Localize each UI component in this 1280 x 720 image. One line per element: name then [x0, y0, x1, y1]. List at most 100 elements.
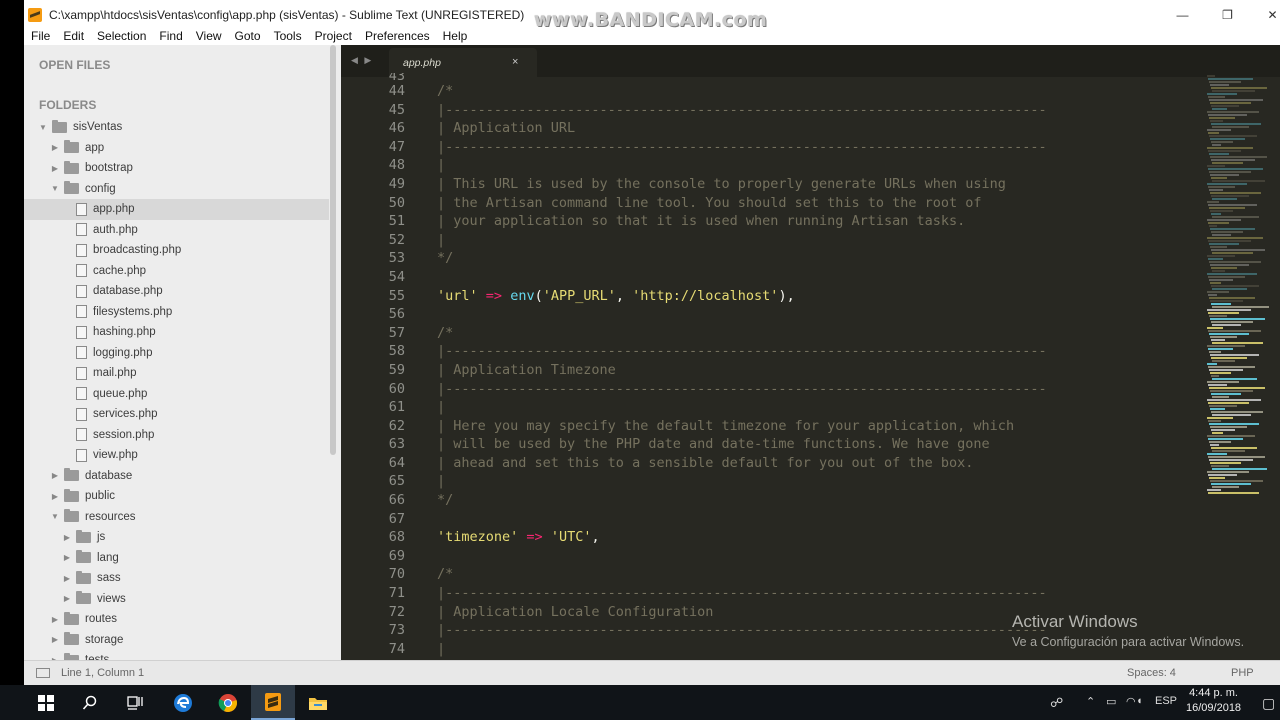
- search-icon[interactable]: [68, 685, 112, 720]
- disclosure-closed-icon[interactable]: ▶: [50, 615, 60, 624]
- disclosure-closed-icon[interactable]: ▶: [50, 143, 60, 152]
- volume-icon[interactable]: ◖: [1136, 695, 1143, 707]
- menu-view[interactable]: View: [189, 29, 228, 43]
- minimap-line: [1207, 417, 1233, 419]
- code-token: | Here you may specify the default timez…: [437, 417, 1015, 434]
- minimap[interactable]: [1207, 75, 1277, 495]
- system-clock[interactable]: 4:44 p. m. 16/09/2018: [1186, 686, 1241, 716]
- battery-icon[interactable]: ▭: [1106, 695, 1116, 708]
- file-icon: [76, 264, 87, 278]
- disclosure-closed-icon[interactable]: ▶: [62, 594, 72, 603]
- disclosure-closed-icon[interactable]: ▶: [50, 635, 60, 644]
- sidebar-file[interactable]: view.php: [24, 445, 329, 466]
- disclosure-open-icon[interactable]: ▼: [50, 184, 60, 193]
- sidebar-folder[interactable]: ▶ app: [24, 138, 329, 159]
- tree-item-label: storage: [85, 633, 124, 646]
- disclosure-closed-icon[interactable]: ▶: [50, 492, 60, 501]
- syntax-setting[interactable]: PHP: [1231, 667, 1254, 679]
- code-text: |: [437, 156, 445, 175]
- minimap-line: [1207, 165, 1225, 167]
- close-button[interactable]: ✕: [1250, 6, 1280, 24]
- sidebar-folder[interactable]: ▶ routes: [24, 609, 329, 630]
- code-token: |: [437, 231, 446, 248]
- tab-close-icon[interactable]: ×: [512, 56, 518, 68]
- sidebar-folder[interactable]: ▼ config: [24, 179, 329, 200]
- input-language[interactable]: ESP: [1155, 695, 1177, 707]
- menu-preferences[interactable]: Preferences: [358, 29, 436, 43]
- menu-edit[interactable]: Edit: [56, 29, 90, 43]
- sidebar-folder[interactable]: ▶ storage: [24, 630, 329, 651]
- sidebar-folder[interactable]: ▼ sisVentas: [24, 117, 329, 138]
- code-area[interactable]: 43 44 /* 45 |------------------------------…: [341, 73, 1201, 658]
- show-hidden-icons-icon[interactable]: ⌃: [1086, 695, 1095, 708]
- sidebar-file[interactable]: auth.php: [24, 220, 329, 241]
- sidebar-file[interactable]: cache.php: [24, 261, 329, 282]
- sidebar-folder[interactable]: ▶ js: [24, 527, 329, 548]
- sidebar-file[interactable]: broadcasting.php: [24, 240, 329, 261]
- menu-selection[interactable]: Selection: [90, 29, 152, 43]
- menu-tools[interactable]: Tools: [267, 29, 308, 43]
- sidebar-file[interactable]: session.php: [24, 425, 329, 446]
- disclosure-open-icon[interactable]: ▼: [50, 512, 60, 521]
- sidebar-file[interactable]: database.php: [24, 281, 329, 302]
- disclosure-closed-icon[interactable]: ▶: [62, 553, 72, 562]
- tree-item-label: queue.php: [93, 387, 148, 400]
- task-view-icon[interactable]: [113, 685, 157, 720]
- line-number: 68: [388, 529, 405, 546]
- folder-icon: [64, 488, 79, 502]
- maximize-button[interactable]: ❐: [1205, 6, 1250, 24]
- minimap-line: [1212, 234, 1231, 236]
- activate-windows-subtitle: Ve a Configuración para activar Windows.: [1012, 635, 1245, 649]
- editor-scrollbar[interactable]: [1270, 75, 1280, 660]
- sidebar-folder[interactable]: ▶ lang: [24, 548, 329, 569]
- menu-project[interactable]: Project: [308, 29, 358, 43]
- indentation-setting[interactable]: Spaces: 4: [1127, 667, 1176, 679]
- minimap-line: [1209, 459, 1253, 461]
- minimap-line: [1207, 489, 1221, 491]
- sidebar-file[interactable]: hashing.php: [24, 322, 329, 343]
- file-explorer-icon[interactable]: [296, 685, 340, 720]
- disclosure-closed-icon[interactable]: ▶: [62, 574, 72, 583]
- sidebar-folder[interactable]: ▼ resources: [24, 507, 329, 528]
- panel-toggle-icon[interactable]: [36, 668, 50, 678]
- code-line: 71 |-------------------------------------…: [341, 584, 1201, 603]
- disclosure-closed-icon[interactable]: ▶: [50, 471, 60, 480]
- notifications-icon[interactable]: ▢: [1262, 695, 1275, 712]
- sidebar-folder[interactable]: ▶tests: [24, 650, 329, 660]
- disclosure-closed-icon[interactable]: ▶: [50, 164, 60, 173]
- disclosure-closed-icon[interactable]: ▶: [62, 533, 72, 542]
- sublime-text-taskbar-icon[interactable]: [251, 685, 295, 720]
- disclosure-open-icon[interactable]: ▼: [38, 123, 48, 132]
- sidebar-file[interactable]: filesystems.php: [24, 302, 329, 323]
- menu-find[interactable]: Find: [152, 29, 188, 43]
- sidebar-file[interactable]: mail.php: [24, 363, 329, 384]
- menu-goto[interactable]: Goto: [228, 29, 267, 43]
- sidebar-scrollbar[interactable]: [330, 45, 336, 455]
- people-icon[interactable]: ☍: [1050, 695, 1063, 711]
- sidebar-file[interactable]: logging.php: [24, 343, 329, 364]
- tab-nav-arrows-icon[interactable]: ◀ ▶: [351, 55, 373, 66]
- sidebar-folder[interactable]: ▶ public: [24, 486, 329, 507]
- chrome-browser-icon[interactable]: [206, 685, 250, 720]
- edge-browser-icon[interactable]: [161, 685, 205, 720]
- wifi-icon[interactable]: ◠: [1126, 695, 1136, 708]
- minimize-button[interactable]: —: [1160, 6, 1205, 24]
- code-line: 61 |: [341, 398, 1201, 417]
- sidebar-folder[interactable]: ▶ views: [24, 589, 329, 610]
- sidebar-folder[interactable]: ▶ database: [24, 466, 329, 487]
- code-line: 55 'url' => env('APP_URL', 'http://localh…: [341, 287, 1201, 306]
- sidebar-file[interactable]: app.php: [24, 199, 329, 220]
- code-text: |---------------------------------------…: [437, 584, 1047, 603]
- sidebar-folder[interactable]: ▶ sass: [24, 568, 329, 589]
- menu-help[interactable]: Help: [436, 29, 474, 43]
- line-number: 48: [388, 157, 405, 174]
- code-token: 'url': [437, 287, 478, 304]
- sidebar-file[interactable]: services.php: [24, 404, 329, 425]
- windows-start-icon[interactable]: [24, 685, 68, 720]
- editor-pane[interactable]: ◀ ▶ app.php × 43 44 /* 45 |----------------…: [341, 45, 1280, 660]
- code-text: |---------------------------------------…: [437, 380, 1047, 399]
- sidebar-folder[interactable]: ▶ bootstrap: [24, 158, 329, 179]
- sidebar-file[interactable]: queue.php: [24, 384, 329, 405]
- menu-file[interactable]: File: [24, 29, 56, 43]
- minimap-line: [1212, 252, 1253, 254]
